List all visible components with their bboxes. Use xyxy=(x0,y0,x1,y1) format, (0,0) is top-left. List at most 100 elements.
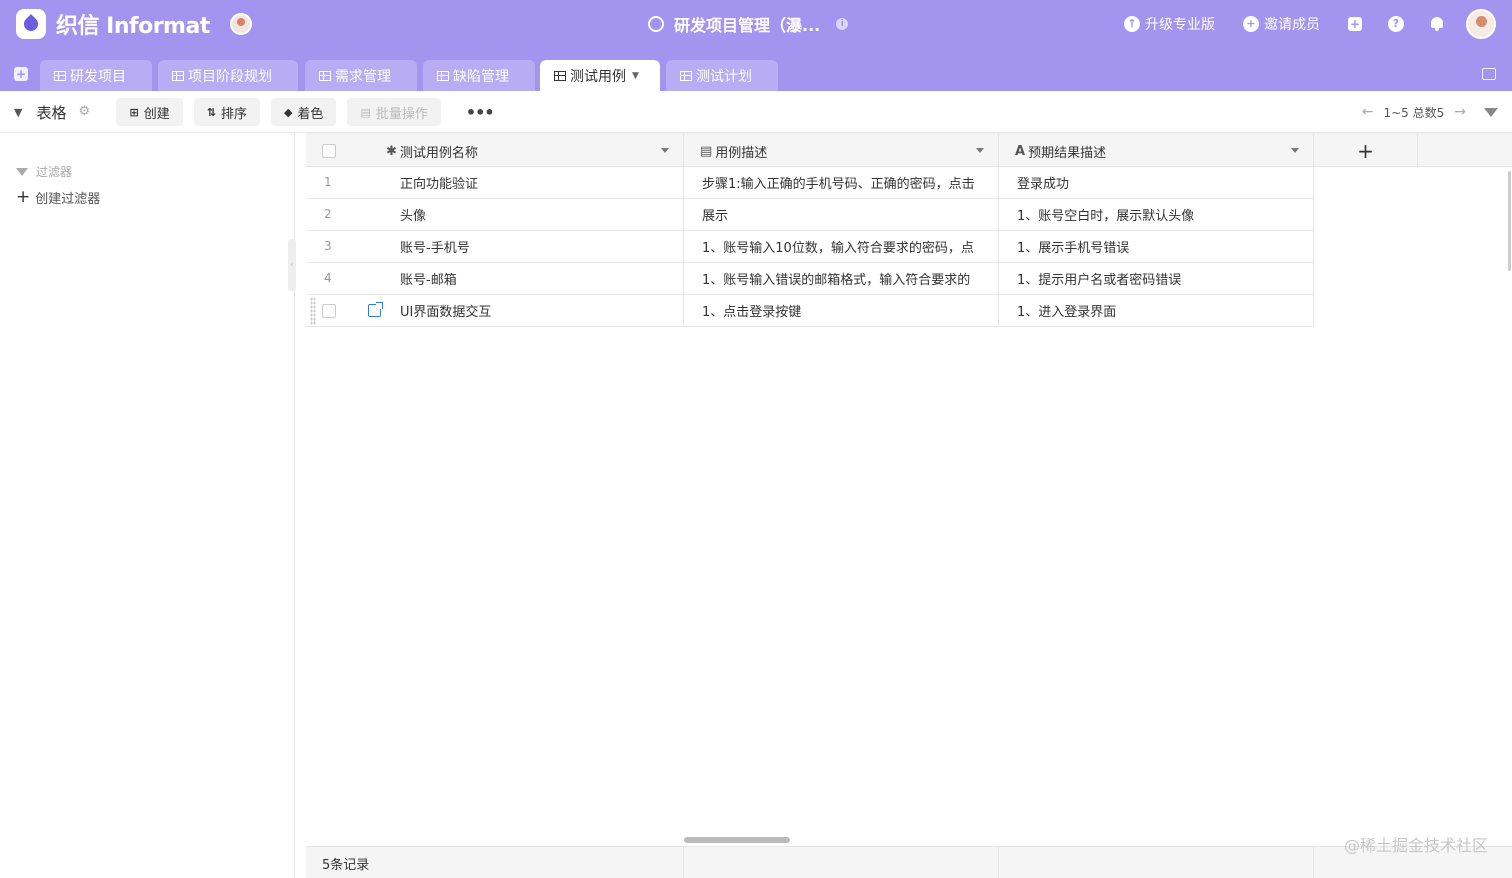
view-title[interactable]: 表格 xyxy=(36,102,66,123)
brand: 织信 Informat xyxy=(16,9,252,39)
upgrade-arrow-icon: ↑ xyxy=(1124,16,1140,32)
notification-bell-icon[interactable] xyxy=(1430,17,1444,31)
user-avatar[interactable] xyxy=(1466,9,1496,39)
tab-phase-planning[interactable]: 项目阶段规划 xyxy=(158,60,298,91)
add-tab-icon[interactable]: + xyxy=(14,67,28,81)
chevron-down-icon[interactable]: ▼ xyxy=(632,71,639,81)
prev-page-arrow-icon[interactable]: ← xyxy=(1362,104,1374,120)
footer-cell xyxy=(684,847,999,878)
table-row[interactable]: 2 头像 展示 1、账号空白时，展示默认头像 xyxy=(306,199,1314,231)
cell-description[interactable]: 1、账号输入错误的邮箱格式，输入符合要求的 xyxy=(684,263,999,294)
tab-requirements[interactable]: 需求管理 xyxy=(305,60,417,91)
sort-icon: ⇅ xyxy=(206,105,216,119)
column-dropdown-icon[interactable] xyxy=(976,148,984,153)
sort-button[interactable]: ⇅ 排序 xyxy=(193,98,260,126)
color-label: 着色 xyxy=(297,106,324,122)
more-icon[interactable]: ••• xyxy=(466,103,495,122)
tab-test-plan[interactable]: 测试计划 xyxy=(666,60,778,91)
tab-test-cases[interactable]: 测试用例 ▼ xyxy=(540,60,660,91)
add-column-button[interactable]: + xyxy=(1314,134,1418,168)
cell-name[interactable]: 正向功能验证 xyxy=(400,173,478,192)
open-record-icon[interactable] xyxy=(368,302,383,317)
filter-sidebar: 过滤器 + 创建过滤器 ‹ xyxy=(0,133,296,878)
invite-label: 邀请成员 xyxy=(1264,17,1320,33)
column-header-expected[interactable]: A 预期结果描述 xyxy=(999,134,1314,168)
vertical-scrollbar[interactable] xyxy=(1508,171,1511,271)
table-row[interactable]: 1 正向功能验证 步骤1:输入正确的手机号码、正确的密码，点击 登录成功 xyxy=(306,167,1314,199)
row-header-cell: 3 账号-手机号 xyxy=(306,231,684,262)
paint-bucket-icon: ◆ xyxy=(283,105,293,119)
cell-name[interactable]: 头像 xyxy=(400,205,426,224)
table-icon xyxy=(319,70,331,81)
workspace-avatar[interactable] xyxy=(229,13,252,35)
cell-expected[interactable]: 1、提示用户名或者密码错误 xyxy=(999,263,1314,294)
module-tabs: + 研发项目 项目阶段规划 需求管理 缺陷管理 测试用例 ▼ 测试计划 xyxy=(0,59,1512,91)
sidebar-resize-handle[interactable]: ‹ xyxy=(288,239,296,291)
table-icon xyxy=(172,70,184,81)
filter-funnel-icon xyxy=(16,167,28,176)
sort-label: 排序 xyxy=(220,106,247,122)
copy-icon[interactable] xyxy=(1482,68,1496,80)
row-header-cell: 1 正向功能验证 xyxy=(306,167,684,198)
tab-label: 需求管理 xyxy=(335,68,391,85)
watermark: @稀土掘金技术社区 xyxy=(1343,836,1488,855)
cell-description[interactable]: 步骤1:输入正确的手机号码、正确的密码，点击 xyxy=(684,167,999,198)
color-button[interactable]: ◆ 着色 xyxy=(270,98,337,126)
batch-operation-button[interactable]: ▤ 批量操作 xyxy=(347,98,441,126)
filter-title-label: 过滤器 xyxy=(36,165,73,179)
column-dropdown-icon[interactable] xyxy=(1291,148,1299,153)
footer-cell xyxy=(999,847,1314,878)
row-number: 1 xyxy=(324,175,332,189)
cell-name[interactable]: UI界面数据交互 xyxy=(400,301,491,320)
row-header-cell: 4 账号-邮箱 xyxy=(306,263,684,294)
tab-rd-project[interactable]: 研发项目 xyxy=(40,60,152,91)
select-all-checkbox[interactable] xyxy=(322,144,336,158)
text-type-icon: A xyxy=(1015,143,1026,159)
upgrade-label: 升级专业版 xyxy=(1145,17,1215,33)
next-page-arrow-icon[interactable]: → xyxy=(1454,104,1466,120)
brand-name: 织信 Informat xyxy=(56,14,210,39)
cell-name[interactable]: 账号-手机号 xyxy=(400,237,470,256)
filter-icon[interactable] xyxy=(1484,107,1498,117)
cell-description[interactable]: 展示 xyxy=(684,199,999,230)
cell-expected[interactable]: 1、展示手机号错误 xyxy=(999,231,1314,262)
top-header: 织信 Informat 研发项目管理（瀑... i ↑ 升级专业版 + 邀请成员… xyxy=(0,0,1512,91)
tab-defects[interactable]: 缺陷管理 xyxy=(423,60,535,91)
cell-expected[interactable]: 1、进入登录界面 xyxy=(999,295,1314,326)
cell-expected[interactable]: 1、账号空白时，展示默认头像 xyxy=(999,199,1314,230)
create-label: 创建 xyxy=(143,106,170,122)
data-grid: ✱ 测试用例名称 ▤ 用例描述 A 预期结果描述 + 1 正向功能验证 步骤1:… xyxy=(306,133,1512,878)
table-row[interactable]: 3 账号-手机号 1、账号输入10位数，输入符合要求的密码，点 1、展示手机号错… xyxy=(306,231,1314,263)
horizontal-scrollbar[interactable] xyxy=(684,837,790,843)
upgrade-button[interactable]: ↑ 升级专业版 xyxy=(1124,14,1215,34)
create-button[interactable]: ⊞ 创建 xyxy=(116,98,183,126)
invite-button[interactable]: + 邀请成员 xyxy=(1243,14,1320,34)
app-title[interactable]: 研发项目管理（瀑... xyxy=(674,12,820,36)
create-filter-button[interactable]: + 创建过滤器 xyxy=(16,187,100,207)
column-header-description[interactable]: ▤ 用例描述 xyxy=(684,134,999,168)
create-filter-label: 创建过滤器 xyxy=(35,191,101,207)
table-row[interactable]: 4 账号-邮箱 1、账号输入错误的邮箱格式，输入符合要求的 1、提示用户名或者密… xyxy=(306,263,1314,295)
column-label: 预期结果描述 xyxy=(1028,145,1107,161)
table-icon xyxy=(680,70,692,81)
tab-label: 缺陷管理 xyxy=(453,68,509,85)
column-dropdown-icon[interactable] xyxy=(661,148,669,153)
cell-expected[interactable]: 登录成功 xyxy=(999,167,1314,198)
help-icon[interactable]: ? xyxy=(1388,16,1404,32)
row-checkbox[interactable] xyxy=(322,304,336,318)
column-header-name[interactable]: ✱ 测试用例名称 xyxy=(306,134,684,168)
tab-label: 测试计划 xyxy=(696,68,752,85)
settings-gear-icon[interactable]: ⚙ xyxy=(78,105,94,118)
add-icon[interactable]: + xyxy=(1348,17,1362,31)
cell-description[interactable]: 1、账号输入10位数，输入符合要求的密码，点 xyxy=(684,231,999,262)
record-count: 5条记录 xyxy=(306,847,684,878)
tab-label: 研发项目 xyxy=(70,68,126,85)
brand-logo-icon[interactable] xyxy=(16,9,46,39)
table-row-hovered[interactable]: UI界面数据交互 1、点击登录按键 1、进入登录界面 xyxy=(306,295,1314,327)
cell-description[interactable]: 1、点击登录按键 xyxy=(684,295,999,326)
batch-label: 批量操作 xyxy=(375,106,428,122)
collapse-chevron-icon[interactable]: ▼ xyxy=(14,106,22,119)
cell-name[interactable]: 账号-邮箱 xyxy=(400,269,457,288)
drag-handle-icon[interactable] xyxy=(310,297,316,325)
info-icon[interactable]: i xyxy=(836,18,849,30)
